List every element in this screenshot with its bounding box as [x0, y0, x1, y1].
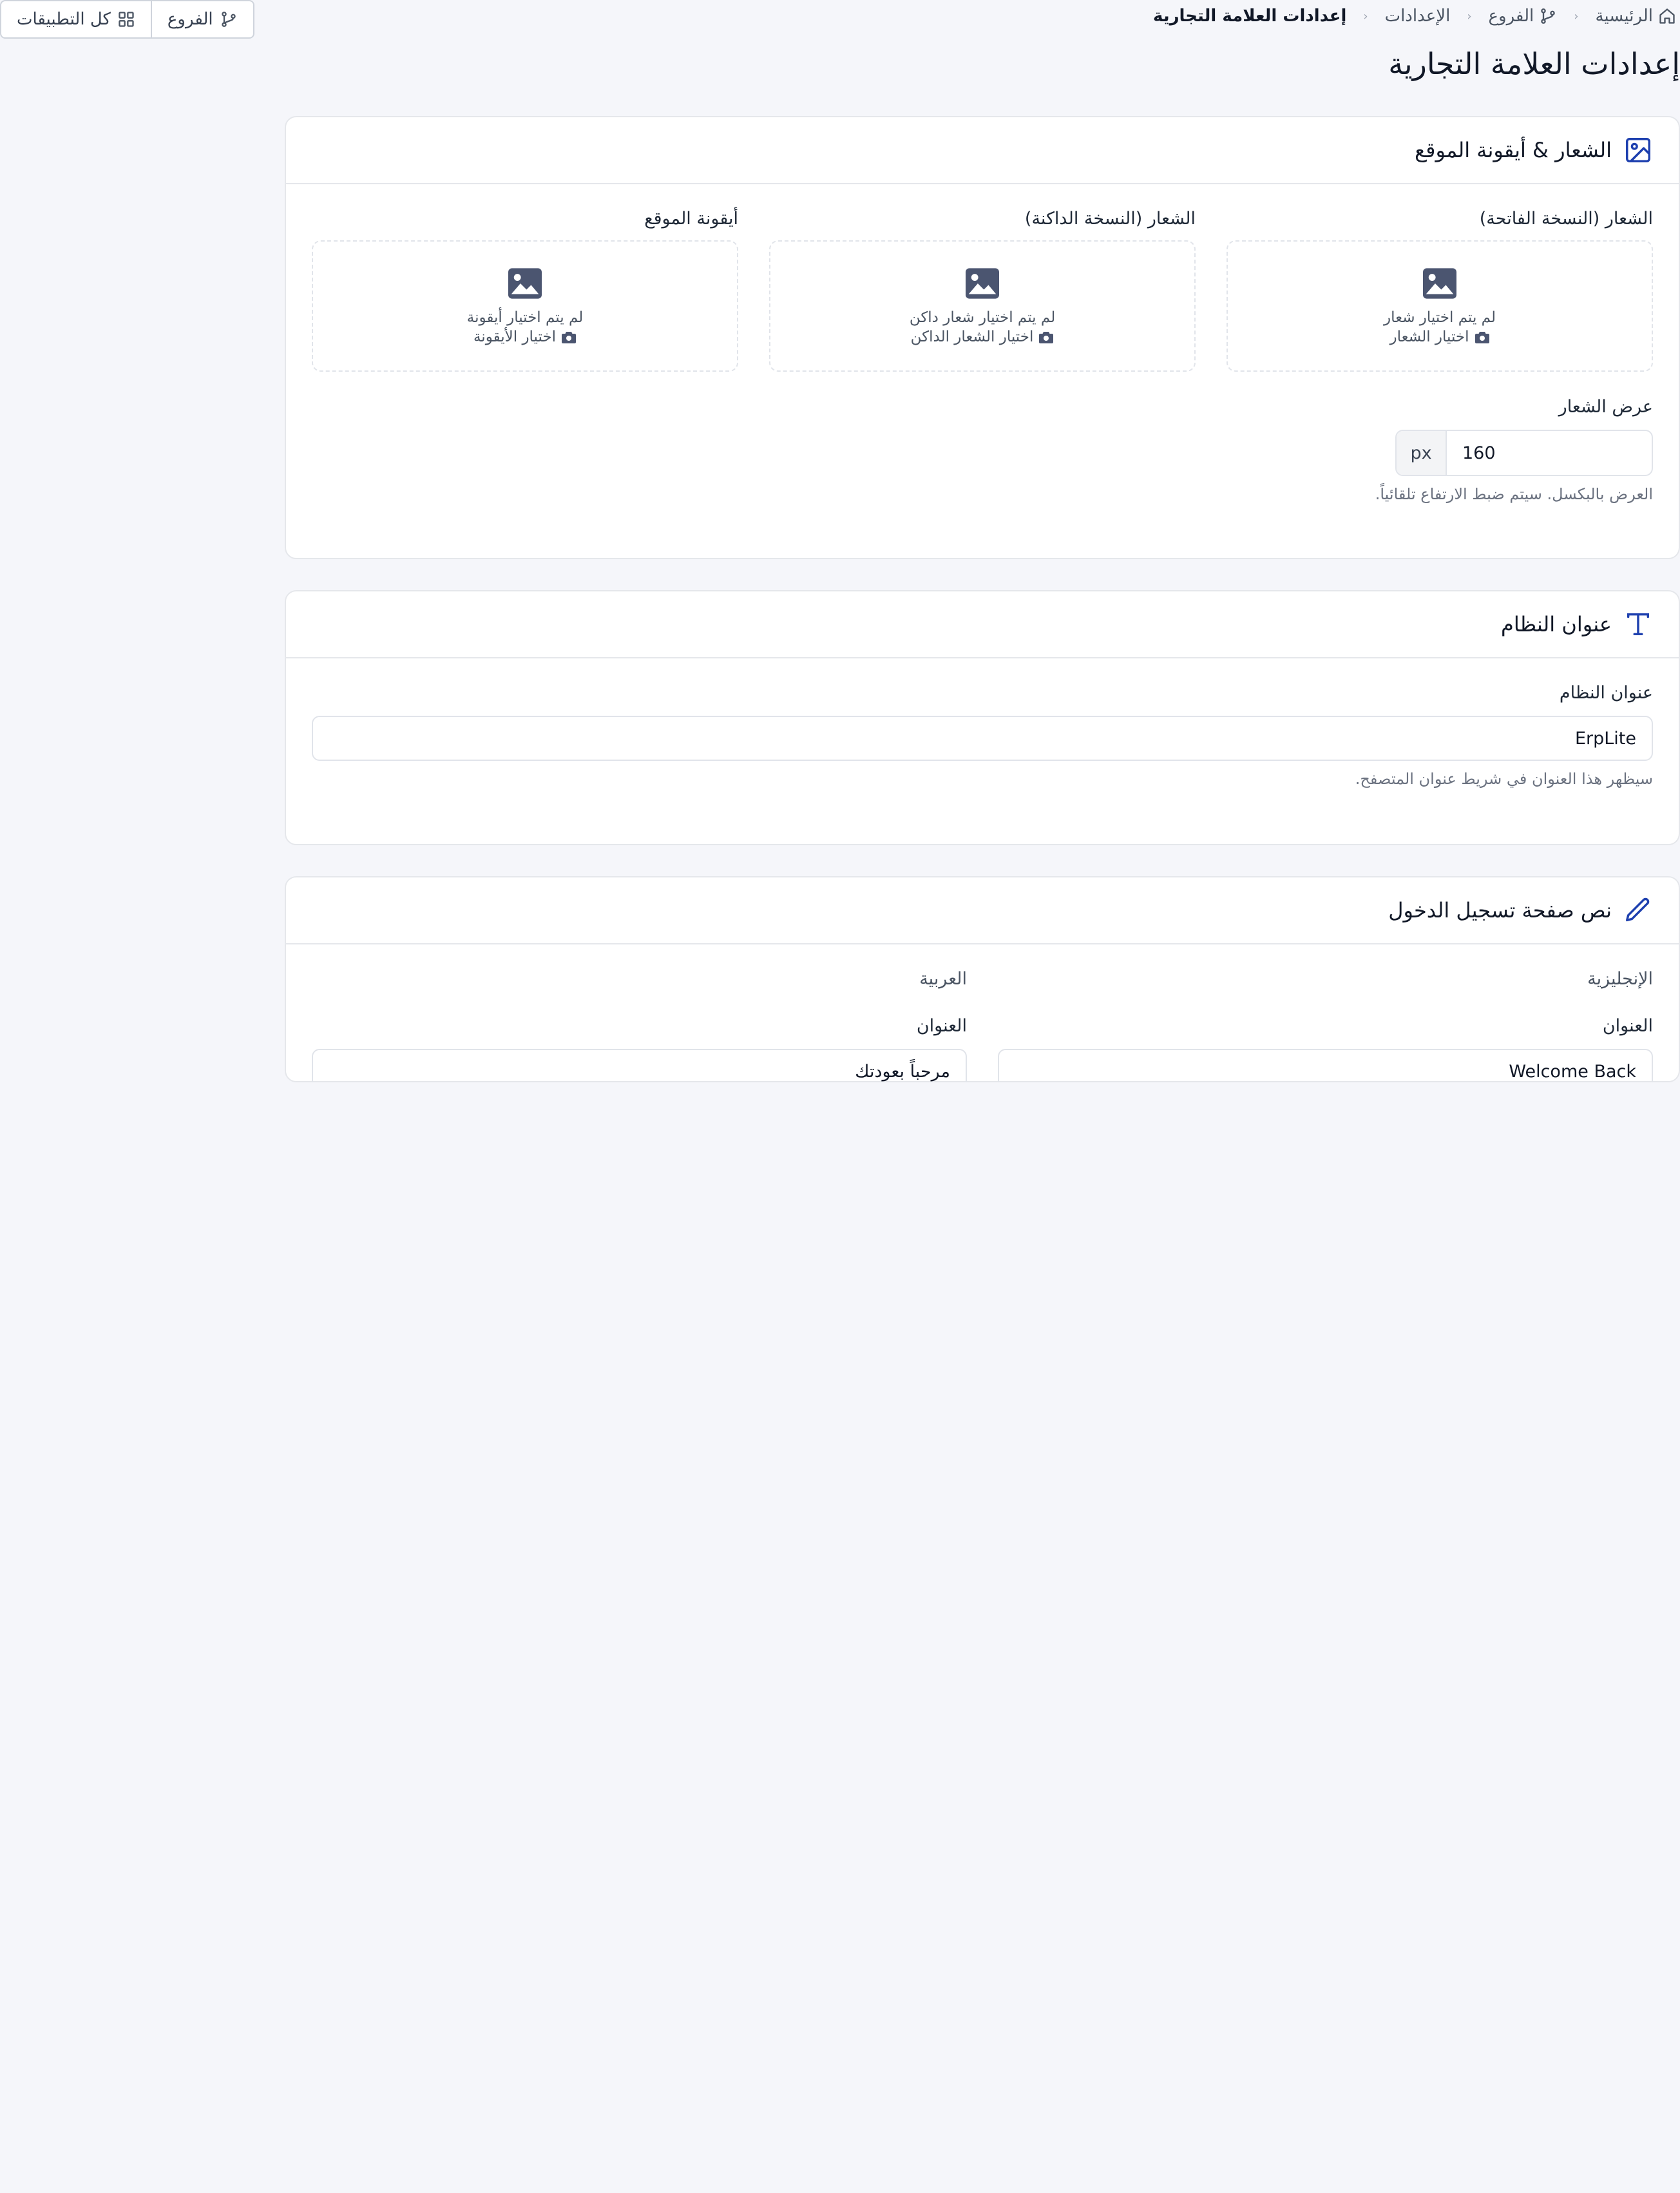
- breadcrumb-settings-label: الإعدادات: [1384, 6, 1451, 26]
- logo-width-input[interactable]: 160: [1447, 431, 1652, 475]
- favicon-dropzone[interactable]: لم يتم اختيار أيقونة اختيار الأيقونة: [312, 240, 738, 372]
- choose-favicon-button[interactable]: اختيار الأيقونة: [473, 329, 577, 345]
- language-heading: الإنجليزية: [1587, 969, 1653, 989]
- upload-empty-text: لم يتم اختيار شعار: [1384, 309, 1496, 326]
- branches-button[interactable]: الفروع: [150, 1, 253, 37]
- grid-icon: [119, 12, 134, 27]
- card-header: نص صفحة تسجيل الدخول: [286, 877, 1679, 944]
- top-actions: كل التطبيقات الفروع: [0, 0, 254, 39]
- text-icon: [1627, 613, 1650, 636]
- language-heading: العربية: [919, 969, 967, 989]
- upload-row: الشعار (النسخة الفاتحة) لم يتم اختيار شع…: [312, 209, 1653, 372]
- all-apps-label: كل التطبيقات: [17, 10, 111, 29]
- favicon-upload: أيقونة الموقع لم يتم اختيار أيقونة اختيا…: [312, 209, 738, 372]
- breadcrumb-settings[interactable]: الإعدادات: [1385, 6, 1451, 26]
- english-column: الإنجليزية العنوان Welcome Back: [998, 969, 1653, 1094]
- breadcrumb: الرئيسية ‹ الفروع ‹ الإعدادات ‹ إعدادات …: [1153, 6, 1676, 26]
- card-title: نص صفحة تسجيل الدخول: [1388, 898, 1612, 923]
- branches-label: الفروع: [167, 10, 213, 29]
- all-apps-button[interactable]: كل التطبيقات: [1, 1, 151, 37]
- language-columns: الإنجليزية العنوان Welcome Back العربية …: [312, 969, 1653, 1094]
- unit-addon: px: [1397, 431, 1447, 475]
- chevron-left-icon: ‹: [1574, 9, 1579, 23]
- chevron-left-icon: ‹: [1363, 9, 1368, 23]
- camera-icon: [1039, 332, 1054, 343]
- branch-icon: [221, 12, 236, 27]
- card-title: الشعار & أيقونة الموقع: [1415, 138, 1612, 162]
- upload-empty-text: لم يتم اختيار شعار داكن: [909, 309, 1056, 326]
- branch-icon: [1541, 8, 1555, 24]
- logo-width-field: عرض الشعار 160 px العرض بالبكسل. سيتم ضب…: [1375, 397, 1653, 503]
- logo-favicon-card: الشعار & أيقونة الموقع الشعار (النسخة ال…: [285, 116, 1680, 559]
- card-title: عنوان النظام: [1501, 612, 1612, 637]
- upload-label: الشعار (النسخة الداكنة): [1024, 209, 1196, 229]
- top-bar: الرئيسية ‹ الفروع ‹ الإعدادات ‹ إعدادات …: [0, 0, 1680, 40]
- field-label: العنوان: [916, 1016, 967, 1036]
- system-title-field: عنوان النظام ErpLite سيظهر هذا العنوان ف…: [312, 683, 1653, 788]
- breadcrumb-home[interactable]: الرئيسية: [1595, 6, 1676, 26]
- light-logo-upload: الشعار (النسخة الفاتحة) لم يتم اختيار شع…: [1227, 209, 1653, 372]
- page-title: إعدادات العلامة التجارية: [1388, 46, 1680, 81]
- system-title-input[interactable]: ErpLite: [312, 716, 1653, 761]
- upload-pick-label: اختيار الأيقونة: [473, 329, 557, 345]
- breadcrumb-current: إعدادات العلامة التجارية: [1153, 6, 1347, 26]
- image-placeholder-icon: [508, 268, 542, 299]
- system-title-label: عنوان النظام: [1559, 683, 1653, 703]
- logo-width-label: عرض الشعار: [1558, 397, 1653, 417]
- field-label: العنوان: [1602, 1016, 1653, 1036]
- camera-icon: [1475, 332, 1489, 343]
- arabic-column: العربية العنوان مرحباً بعودتك: [312, 969, 967, 1094]
- choose-dark-logo-button[interactable]: اختيار الشعار الداكن: [911, 329, 1055, 345]
- logo-width-input-group: 160 px: [1395, 430, 1653, 476]
- choose-logo-button[interactable]: اختيار الشعار: [1389, 329, 1489, 345]
- dark-logo-upload: الشعار (النسخة الداكنة) لم يتم اختيار شع…: [769, 209, 1196, 372]
- card-header: الشعار & أيقونة الموقع: [286, 117, 1679, 184]
- upload-label: أيقونة الموقع: [644, 209, 738, 229]
- light-logo-dropzone[interactable]: لم يتم اختيار شعار اختيار الشعار: [1227, 240, 1653, 372]
- image-placeholder-icon: [966, 268, 999, 299]
- breadcrumb-branches[interactable]: الفروع: [1489, 6, 1558, 26]
- upload-pick-label: اختيار الشعار: [1389, 329, 1469, 345]
- system-title-hint: سيظهر هذا العنوان في شريط عنوان المتصفح.: [1355, 770, 1653, 788]
- breadcrumb-home-label: الرئيسية: [1595, 6, 1653, 26]
- system-title-card: عنوان النظام عنوان النظام ErpLite سيظهر …: [285, 590, 1680, 845]
- login-text-card: نص صفحة تسجيل الدخول الإنجليزية العنوان …: [285, 876, 1680, 1094]
- dark-logo-dropzone[interactable]: لم يتم اختيار شعار داكن اختيار الشعار ال…: [769, 240, 1196, 372]
- camera-icon: [562, 332, 577, 343]
- upload-empty-text: لم يتم اختيار أيقونة: [466, 309, 584, 326]
- upload-label: الشعار (النسخة الفاتحة): [1479, 209, 1653, 229]
- home-icon: [1659, 8, 1675, 24]
- logo-width-hint: العرض بالبكسل. سيتم ضبط الارتفاع تلقائيا…: [1375, 485, 1653, 503]
- breadcrumb-branches-label: الفروع: [1488, 6, 1534, 26]
- card-header: عنوان النظام: [286, 591, 1679, 658]
- pencil-icon: [1626, 897, 1650, 922]
- chevron-left-icon: ‹: [1467, 9, 1472, 23]
- image-icon: [1626, 138, 1650, 162]
- image-placeholder-icon: [1423, 268, 1456, 299]
- empty-area: [0, 1082, 1680, 2193]
- upload-pick-label: اختيار الشعار الداكن: [910, 329, 1034, 345]
